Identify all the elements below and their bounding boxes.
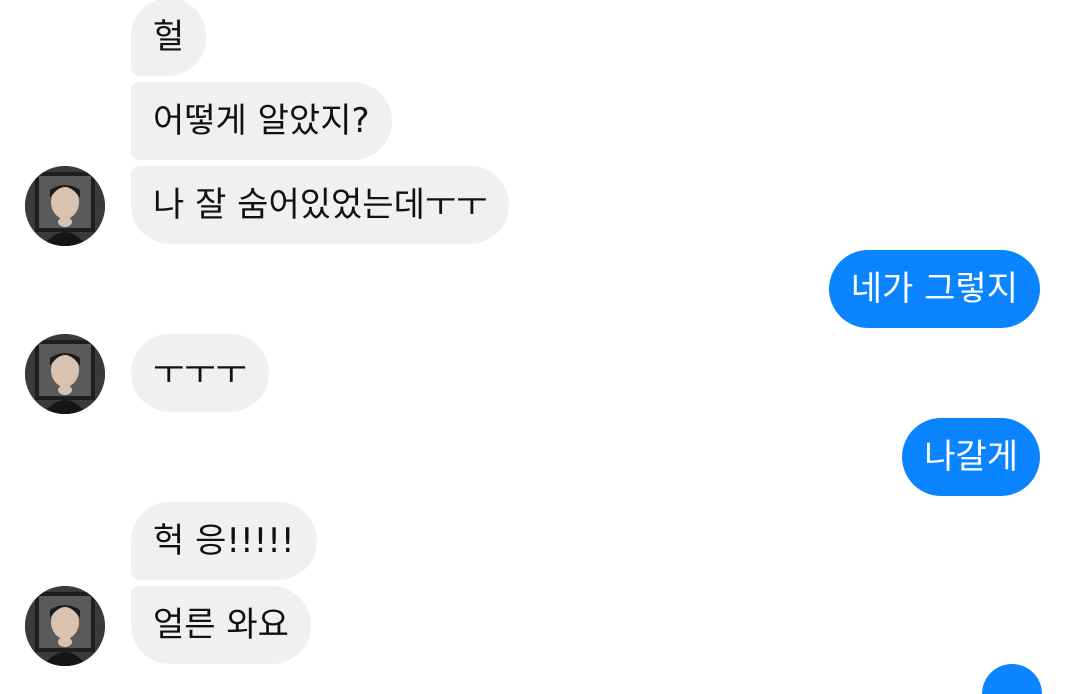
incoming-message-bubble[interactable]: 나 잘 숨어있었는데ㅜㅜ	[131, 166, 510, 244]
contact-avatar[interactable]	[25, 166, 105, 246]
avatar-photo-icon	[25, 586, 105, 666]
avatar-photo-icon	[25, 166, 105, 246]
incoming-message-bubble[interactable]: 얼른 와요	[131, 586, 311, 664]
incoming-message-bubble[interactable]: 어떻게 알았지?	[131, 82, 392, 160]
outgoing-message-bubble[interactable]: 나갈게	[902, 418, 1040, 496]
incoming-message-bubble[interactable]: ㅜㅜㅜ	[131, 334, 269, 412]
message-thread[interactable]: 헐 어떻게 알았지? 나 잘 숨어있었는데ㅜㅜ 네가 그렇지 ㅜㅜㅜ 나갈게 헉…	[0, 0, 1080, 694]
incoming-message-bubble[interactable]: 헉 응!!!!!	[131, 502, 317, 580]
message-text: 나갈게	[924, 437, 1018, 477]
message-text: ㅜㅜㅜ	[153, 353, 247, 393]
message-text: 어떻게 알았지?	[153, 101, 370, 141]
contact-avatar[interactable]	[25, 334, 105, 414]
contact-avatar[interactable]	[25, 586, 105, 666]
message-text: 헐	[153, 17, 185, 57]
incoming-message-bubble[interactable]: 헐	[131, 0, 207, 76]
message-text: 얼른 와요	[153, 605, 289, 645]
message-text: 나 잘 숨어있었는데ㅜㅜ	[153, 185, 488, 225]
message-text: 네가 그렇지	[850, 269, 1018, 309]
message-text: 헉 응!!!!!	[153, 521, 295, 561]
outgoing-message-bubble[interactable]: 네가 그렇지	[828, 250, 1040, 328]
avatar-photo-icon	[25, 334, 105, 414]
outgoing-message-bubble-partial[interactable]	[982, 664, 1042, 694]
